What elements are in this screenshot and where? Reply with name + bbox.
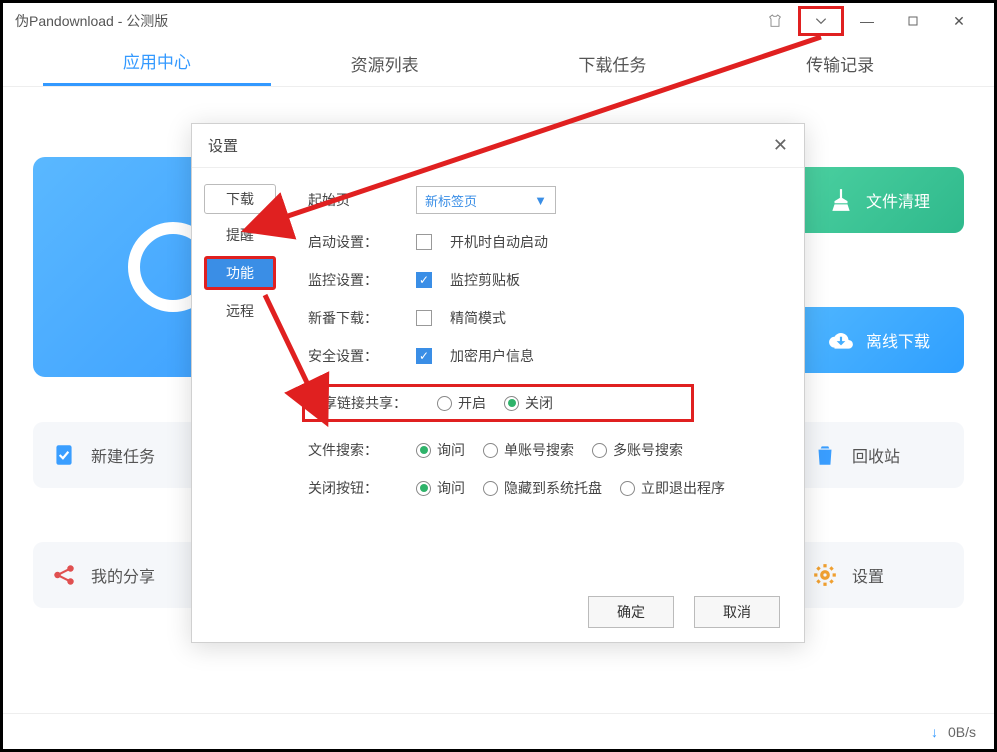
minimize-button[interactable]: — <box>844 6 890 36</box>
caret-down-icon: ▼ <box>534 193 547 208</box>
sharelink-close-radio[interactable]: 关闭 <box>504 393 553 413</box>
trash-icon <box>812 442 838 468</box>
tab-app-center[interactable]: 应用中心 <box>43 48 271 86</box>
maximize-button[interactable] <box>890 6 936 36</box>
window-title: 伪Pandownload - 公测版 <box>15 11 752 31</box>
dialog-close-button[interactable]: ✕ <box>773 135 788 156</box>
recycle-bin-button[interactable]: 回收站 <box>794 422 964 488</box>
download-arrow-icon: ↓ <box>931 724 938 740</box>
startpage-dropdown[interactable]: 新标签页 ▼ <box>416 186 556 214</box>
monitor-option-label: 监控剪贴板 <box>450 270 520 290</box>
startpage-value: 新标签页 <box>425 191 477 210</box>
safety-checkbox[interactable]: ✓ <box>416 348 432 364</box>
monitor-label: 监控设置： <box>308 270 398 290</box>
filesearch-label: 文件搜索： <box>308 440 398 460</box>
newfan-option-label: 精简模式 <box>450 308 506 328</box>
safety-option-label: 加密用户信息 <box>450 346 534 366</box>
closebtn-tray-radio[interactable]: 隐藏到系统托盘 <box>483 478 602 498</box>
sidetab-download[interactable]: 下载 <box>204 184 276 214</box>
share-icon <box>51 562 77 588</box>
filesearch-multi-radio[interactable]: 多账号搜索 <box>592 440 683 460</box>
ok-button[interactable]: 确定 <box>588 596 674 628</box>
my-share-label: 我的分享 <box>91 563 155 587</box>
gear-icon <box>812 562 838 588</box>
offline-download-label: 离线下载 <box>866 328 930 352</box>
safety-label: 安全设置： <box>308 346 398 366</box>
filesearch-ask-radio[interactable]: 询问 <box>416 440 465 460</box>
boot-option-label: 开机时自动启动 <box>450 232 548 252</box>
closebtn-exit-radio[interactable]: 立即退出程序 <box>620 478 725 498</box>
tab-download-tasks[interactable]: 下载任务 <box>499 51 727 86</box>
closebtn-ask-radio[interactable]: 询问 <box>416 478 465 498</box>
settings-dialog: 设置 ✕ 下载 提醒 功能 远程 起始页 新标签页 ▼ 启动设置： 开机时自动启… <box>191 123 805 643</box>
sharelink-open-radio[interactable]: 开启 <box>437 393 486 413</box>
clipboard-check-icon <box>51 442 77 468</box>
broom-icon <box>828 187 854 213</box>
speed-value: 0B/s <box>948 724 976 740</box>
newfan-label: 新番下载： <box>308 308 398 328</box>
closebtn-label: 关闭按钮： <box>308 478 398 498</box>
sidetab-remote[interactable]: 远程 <box>204 296 276 326</box>
tab-transfer-log[interactable]: 传输记录 <box>726 51 954 86</box>
skin-icon[interactable] <box>752 6 798 36</box>
new-task-label: 新建任务 <box>91 443 155 467</box>
cloud-download-icon <box>828 327 854 353</box>
file-clean-button[interactable]: 文件清理 <box>794 167 964 233</box>
newfan-checkbox[interactable] <box>416 310 432 326</box>
sharelink-label: 分享链接共享： <box>309 393 419 413</box>
sidetab-remind[interactable]: 提醒 <box>204 220 276 250</box>
boot-label: 启动设置： <box>308 232 398 252</box>
sidetab-feature[interactable]: 功能 <box>204 256 276 290</box>
new-task-button[interactable]: 新建任务 <box>33 422 203 488</box>
my-share-button[interactable]: 我的分享 <box>33 542 203 608</box>
startpage-label: 起始页 <box>308 190 398 210</box>
tab-resource-list[interactable]: 资源列表 <box>271 51 499 86</box>
settings-label: 设置 <box>852 563 884 587</box>
settings-button[interactable]: 设置 <box>794 542 964 608</box>
cancel-button[interactable]: 取消 <box>694 596 780 628</box>
boot-checkbox[interactable] <box>416 234 432 250</box>
offline-download-button[interactable]: 离线下载 <box>794 307 964 373</box>
filesearch-single-radio[interactable]: 单账号搜索 <box>483 440 574 460</box>
monitor-checkbox[interactable]: ✓ <box>416 272 432 288</box>
recycle-bin-label: 回收站 <box>852 443 900 467</box>
dropdown-menu-button[interactable] <box>798 6 844 36</box>
dialog-title: 设置 <box>208 135 238 156</box>
close-button[interactable]: ✕ <box>936 6 982 36</box>
file-clean-label: 文件清理 <box>866 188 930 212</box>
